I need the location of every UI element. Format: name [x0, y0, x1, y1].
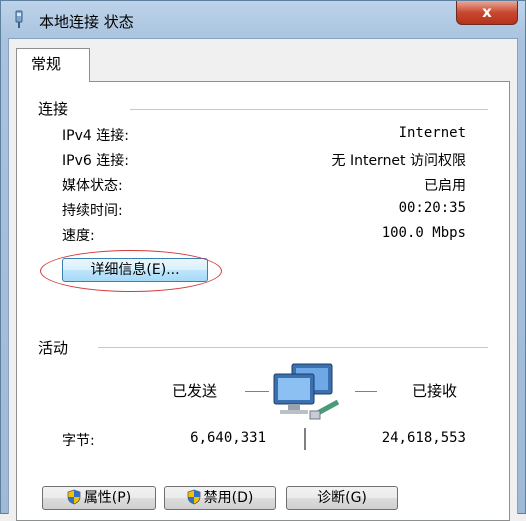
activity-separator — [304, 428, 306, 450]
diagnose-button[interactable]: 诊断(G) — [286, 486, 398, 510]
bytes-sent-value: 6,640,331 — [190, 430, 266, 446]
bytes-received-value: 24,618,553 — [381, 430, 466, 446]
title-bar[interactable]: 本地连接 状态 x — [1, 1, 525, 41]
window-title: 本地连接 状态 — [39, 13, 134, 31]
activity-divider — [98, 347, 488, 348]
activity-heading: 活动 — [38, 339, 69, 357]
sent-line — [245, 391, 269, 392]
received-label: 已接收 — [412, 382, 458, 400]
general-panel — [16, 81, 510, 521]
media-state-label: 媒体状态: — [62, 178, 123, 194]
speed-label: 速度: — [62, 228, 95, 244]
sent-label: 已发送 — [172, 382, 218, 400]
connection-divider — [130, 109, 488, 110]
duration-label: 持续时间: — [62, 203, 123, 219]
properties-label: 属性(P) — [83, 490, 132, 506]
uac-shield-icon — [67, 489, 81, 505]
duration-value: 00:20:35 — [398, 200, 466, 216]
close-icon: x — [482, 3, 492, 21]
disable-button[interactable]: 禁用(D) — [164, 486, 276, 510]
properties-button[interactable]: 属性(P) — [42, 486, 156, 510]
close-button[interactable]: x — [456, 1, 518, 25]
network-computers-icon — [272, 362, 348, 428]
network-adapter-icon — [13, 10, 25, 30]
speed-value: 100.0 Mbps — [381, 225, 466, 241]
bytes-label: 字节: — [62, 433, 95, 449]
ipv6-label: IPv6 连接: — [62, 153, 129, 169]
disable-label: 禁用(D) — [203, 490, 254, 506]
received-line — [355, 391, 377, 392]
ipv4-value: Internet — [398, 125, 466, 141]
connection-heading: 连接 — [38, 100, 69, 118]
ipv4-label: IPv4 连接: — [62, 128, 129, 144]
uac-shield-icon — [187, 489, 201, 505]
tab-general[interactable]: 常规 — [16, 48, 90, 82]
media-state-value: 已启用 — [424, 178, 466, 194]
highlight-annotation — [40, 250, 222, 292]
ipv6-value: 无 Internet 访问权限 — [331, 153, 467, 169]
